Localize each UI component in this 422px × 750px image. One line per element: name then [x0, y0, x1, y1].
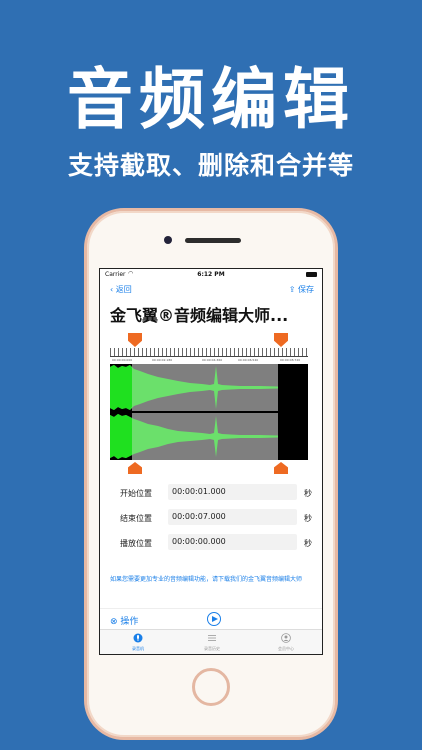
end-position-label: 结束位置	[120, 514, 152, 523]
list-icon	[208, 635, 216, 641]
save-button[interactable]: ⇪ 保存	[289, 284, 314, 295]
waveform-channel-right	[110, 413, 308, 460]
tab-history-label: 录音历史	[204, 646, 220, 651]
promo-subline: 支持截取、删除和合并等	[67, 151, 354, 180]
status-bar: Carrier ◠ 6:12 PM	[100, 269, 322, 280]
save-label: 保存	[298, 285, 314, 294]
tab-membership-label: 会员中心	[278, 646, 294, 651]
play-position-field[interactable]: 00:00:00.000	[168, 534, 297, 550]
position-fields: 开始位置 00:00:01.000 秒 结束位置 00:00:07.000 秒 …	[110, 484, 314, 559]
user-icon	[281, 633, 291, 643]
camera-icon	[164, 236, 172, 244]
promo-headline: 音频编辑	[67, 61, 355, 138]
ruler-label: 00:00:00.000	[112, 358, 133, 362]
actions-label: 操作	[120, 617, 139, 627]
ruler-label: 00:00:08.720	[280, 358, 301, 362]
tab-membership[interactable]: 会员中心	[256, 633, 316, 652]
ruler-label: 00:00:06.540	[238, 358, 259, 362]
end-position-row: 结束位置 00:00:07.000 秒	[110, 509, 314, 534]
action-bar: ⊗ 操作	[100, 608, 322, 628]
navigation-bar: ‹ 返回 ⇪ 保存	[100, 280, 322, 296]
phone-screen: Carrier ◠ 6:12 PM ‹ 返回 ⇪ 保存 金飞翼®音频编辑大师..…	[99, 268, 323, 655]
end-position-unit: 秒	[304, 514, 312, 523]
status-time: 6:12 PM	[197, 271, 225, 278]
start-position-label: 开始位置	[120, 489, 152, 498]
waveform-channel-left	[110, 364, 308, 411]
back-button[interactable]: ‹ 返回	[110, 284, 132, 295]
tab-recorder-label: 录音机	[132, 646, 144, 651]
play-position-row: 播放位置 00:00:00.000 秒	[110, 534, 314, 559]
end-marker-top-handle[interactable]	[274, 333, 288, 347]
tab-bar: 录音机 录音历史 会员中心	[100, 629, 322, 654]
ruler-label: 00:00:02.180	[152, 358, 173, 362]
close-circle-icon: ⊗	[110, 617, 118, 627]
speaker-grille	[185, 238, 241, 243]
actions-button[interactable]: ⊗ 操作	[110, 614, 138, 627]
start-marker-bottom-handle[interactable]	[128, 462, 142, 474]
start-position-field[interactable]: 00:00:01.000	[168, 484, 297, 500]
waveform-view[interactable]	[110, 364, 308, 460]
end-marker-bottom-handle[interactable]	[274, 462, 288, 474]
page-title: 金飞翼®音频编辑大师...	[110, 306, 289, 325]
share-icon: ⇪	[288, 285, 296, 294]
chevron-left-icon: ‹	[110, 285, 114, 294]
back-label: 返回	[115, 285, 132, 294]
tab-history[interactable]: 录音历史	[182, 633, 242, 652]
download-pro-link[interactable]: 如果您需要更加专业的音频编辑功能，请下载我们的金飞翼音频编辑大师	[110, 575, 314, 584]
battery-icon	[306, 272, 317, 277]
start-marker-top-handle[interactable]	[128, 333, 142, 347]
timeline-ruler	[110, 348, 308, 357]
home-button[interactable]	[192, 668, 230, 706]
play-position-unit: 秒	[304, 539, 312, 548]
play-button[interactable]	[207, 612, 221, 626]
end-position-field[interactable]: 00:00:07.000	[168, 509, 297, 525]
phone-frame: Carrier ◠ 6:12 PM ‹ 返回 ⇪ 保存 金飞翼®音频编辑大师..…	[84, 208, 338, 740]
start-position-unit: 秒	[304, 489, 312, 498]
tab-recorder[interactable]: 录音机	[108, 633, 168, 652]
mic-icon	[133, 633, 143, 643]
ruler-label: 00:00:04.360	[202, 358, 223, 362]
play-position-label: 播放位置	[120, 539, 152, 548]
start-position-row: 开始位置 00:00:01.000 秒	[110, 484, 314, 509]
